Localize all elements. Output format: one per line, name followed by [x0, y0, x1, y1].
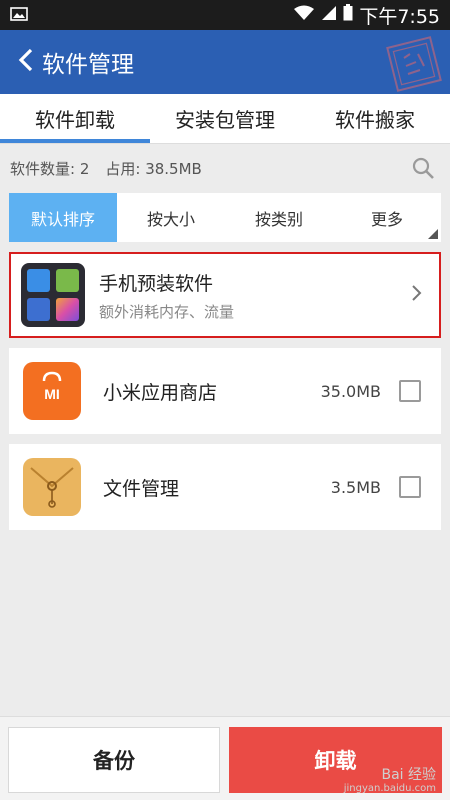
select-checkbox[interactable]: [399, 380, 421, 402]
list-item-file-manager[interactable]: 文件管理 3.5MB: [9, 444, 441, 530]
storage-used: 占用: 38.5MB: [105, 159, 202, 178]
image-icon: [10, 6, 28, 25]
app-size: 35.0MB: [320, 381, 381, 401]
tab-bar: 软件卸载 安装包管理 软件搬家: [0, 94, 450, 144]
clock-time: 下午7:55: [359, 5, 440, 28]
page-title: 软件管理: [42, 52, 134, 78]
dropdown-corner-icon: [428, 229, 438, 239]
select-checkbox[interactable]: [399, 476, 421, 498]
app-name: 文件管理: [103, 477, 180, 500]
preinstalled-subtitle: 额外消耗内存、流量: [99, 302, 235, 321]
search-icon[interactable]: [406, 151, 440, 185]
sort-bar: 默认排序 按大小 按类别 更多: [9, 193, 441, 242]
signal-icon: [321, 4, 337, 26]
preinstalled-title: 手机预装软件: [99, 272, 214, 295]
preinstalled-apps-item[interactable]: 手机预装软件 额外消耗内存、流量: [9, 252, 441, 338]
stamp-graphic: [386, 36, 442, 92]
summary-row: 软件数量: 2 占用: 38.5MB: [0, 144, 450, 192]
tab-package-management[interactable]: 安装包管理: [150, 94, 300, 143]
preinstalled-folder-icon: [21, 263, 85, 327]
app-size: 3.5MB: [330, 477, 381, 497]
sort-by-category[interactable]: 按类别: [225, 193, 333, 242]
app-count: 软件数量: 2: [10, 159, 90, 178]
backup-button[interactable]: 备份: [8, 727, 220, 793]
file-manager-icon: [23, 458, 81, 516]
app-name: 小米应用商店: [103, 381, 218, 404]
watermark: Bai 经验 jingyan.baidu.com: [343, 766, 436, 794]
wifi-icon: [293, 4, 315, 26]
bottom-action-bar: 备份 卸载 Bai 经验 jingyan.baidu.com: [0, 716, 450, 800]
app-bar: 软件管理: [0, 30, 450, 94]
mi-store-icon: MI: [23, 362, 81, 420]
sort-default[interactable]: 默认排序: [9, 193, 117, 242]
tab-uninstall[interactable]: 软件卸载: [0, 94, 150, 143]
tab-app-move[interactable]: 软件搬家: [300, 94, 450, 143]
back-arrow-icon[interactable]: [18, 48, 34, 76]
sort-by-size[interactable]: 按大小: [117, 193, 225, 242]
sort-more[interactable]: 更多: [333, 193, 441, 242]
chevron-right-icon: [411, 283, 423, 308]
battery-icon: [343, 4, 353, 26]
svg-text:MI: MI: [44, 386, 60, 402]
status-bar: 下午7:55: [0, 0, 450, 30]
list-item-mi-store[interactable]: MI 小米应用商店 35.0MB: [9, 348, 441, 434]
